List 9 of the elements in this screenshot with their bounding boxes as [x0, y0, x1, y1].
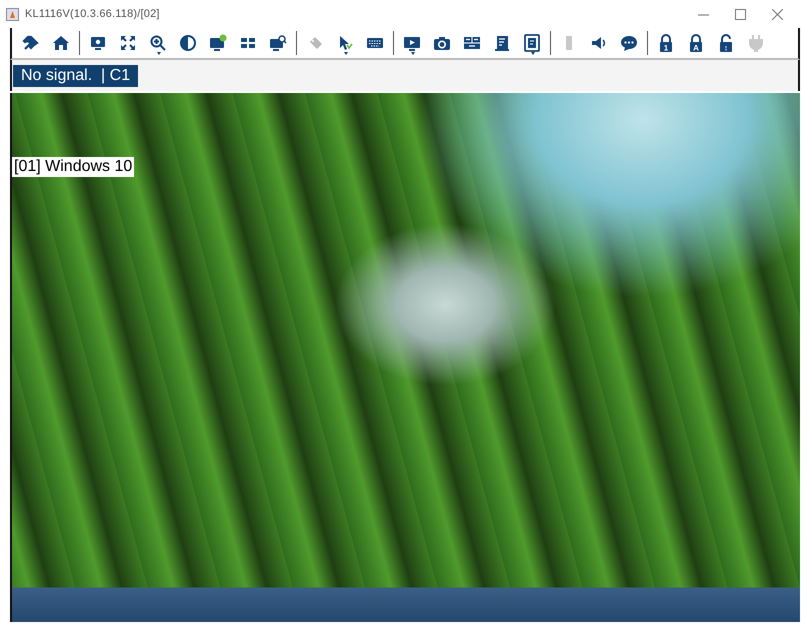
window-title: KL1116V(10.3.66.118)/[02]: [25, 8, 161, 20]
lock-glyph: ↕: [724, 44, 728, 52]
status-label: No signal. | C1: [13, 64, 138, 86]
lock-button[interactable]: 1: [653, 29, 679, 57]
unlocked-lock-button[interactable]: ↕: [713, 29, 739, 57]
lock-glyph: A: [693, 44, 699, 52]
lock-glyph: 1: [664, 44, 668, 52]
lock-button[interactable]: A: [683, 29, 709, 57]
channel-osd-label: [01] Windows 10: [12, 157, 134, 177]
